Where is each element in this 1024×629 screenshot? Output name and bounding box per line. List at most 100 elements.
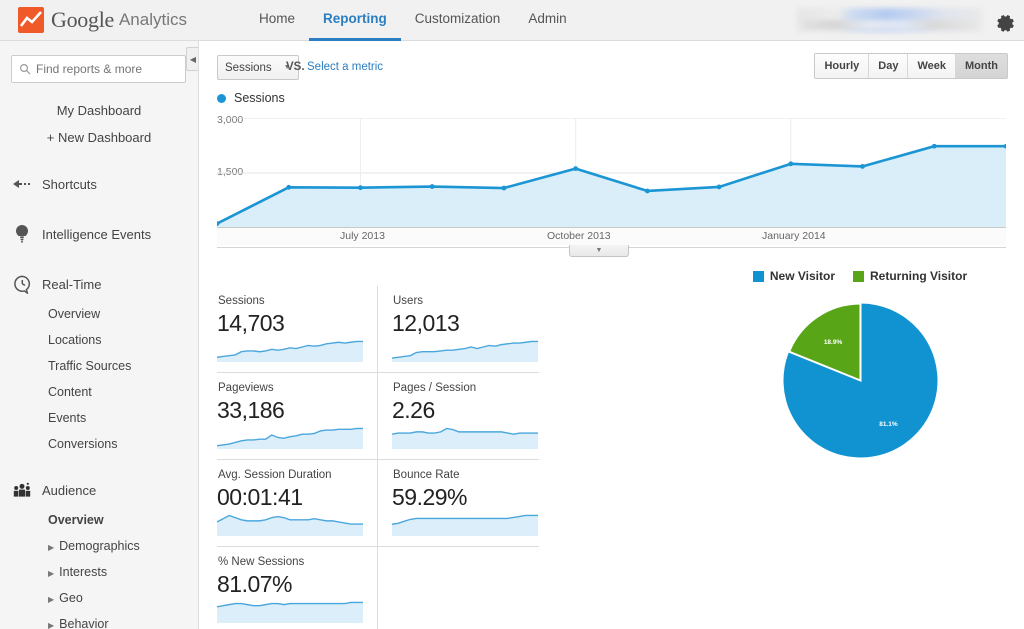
metric-value: 59.29% bbox=[392, 484, 539, 511]
metric-title: Bounce Rate bbox=[393, 469, 539, 481]
arrow-left-icon bbox=[10, 174, 34, 194]
sidebar-item-audience[interactable]: Audience bbox=[0, 473, 198, 507]
metric-title: Pages / Session bbox=[393, 382, 539, 394]
sidebar-item-interests[interactable]: ▶ Interests bbox=[0, 559, 198, 585]
sidebar-group-intelligence: Intelligence Events bbox=[0, 217, 198, 251]
metric-card-percent-new-sessions[interactable]: % New Sessions 81.07% bbox=[217, 547, 378, 629]
nav-item-customization[interactable]: Customization bbox=[401, 0, 515, 41]
metric-card-bounce-rate[interactable]: Bounce Rate 59.29% bbox=[378, 460, 539, 546]
metric-card-avg-session-duration[interactable]: Avg. Session Duration 00:01:41 bbox=[217, 460, 378, 546]
granularity-month[interactable]: Month bbox=[956, 54, 1007, 78]
brand[interactable]: Google Analytics bbox=[18, 7, 187, 33]
pie-chart[interactable]: 81.1% 18.9% bbox=[783, 303, 938, 458]
metric-value: 00:01:41 bbox=[217, 484, 377, 511]
metric-card-users[interactable]: Users 12,013 bbox=[378, 286, 539, 372]
caret-right-icon: ▶ bbox=[48, 595, 54, 604]
sidebar-item-label: Audience bbox=[42, 483, 96, 498]
dashboard-list: My Dashboard + New Dashboard bbox=[0, 97, 198, 151]
pie-legend-new-visitor[interactable]: New Visitor bbox=[753, 269, 835, 283]
nav-item-home[interactable]: Home bbox=[245, 0, 309, 41]
granularity-hourly[interactable]: Hourly bbox=[815, 54, 869, 78]
search-icon bbox=[19, 63, 31, 75]
sparkline bbox=[217, 336, 363, 362]
metric-card-pages-per-session[interactable]: Pages / Session 2.26 bbox=[378, 373, 539, 459]
metric-card-pageviews[interactable]: Pageviews 33,186 bbox=[217, 373, 378, 459]
sessions-line-chart[interactable]: 3,000 1,500 bbox=[217, 118, 1006, 243]
sidebar-item-label: Interests bbox=[59, 565, 107, 579]
sidebar-item-shortcuts[interactable]: Shortcuts bbox=[0, 167, 198, 201]
select-a-metric-link[interactable]: Select a metric bbox=[307, 61, 383, 73]
metric-card-sessions[interactable]: Sessions 14,703 bbox=[217, 286, 378, 372]
brand-word: Google bbox=[51, 7, 114, 33]
granularity-week[interactable]: Week bbox=[908, 54, 956, 78]
metric-card-row: % New Sessions 81.07% bbox=[217, 547, 539, 629]
sidebar-item-rt-traffic-sources[interactable]: Traffic Sources bbox=[0, 353, 198, 379]
sidebar-item-rt-locations[interactable]: Locations bbox=[0, 327, 198, 353]
vs-label: VS. bbox=[286, 61, 305, 73]
legend-label: New Visitor bbox=[770, 269, 835, 283]
sidebar-group-real-time: Real-Time Overview Locations Traffic Sou… bbox=[0, 267, 198, 457]
sidebar-item-label: Intelligence Events bbox=[42, 227, 151, 242]
sidebar-item-new-dashboard[interactable]: + New Dashboard bbox=[0, 124, 198, 151]
sidebar-item-my-dashboard[interactable]: My Dashboard bbox=[0, 97, 198, 124]
metric-select-value: Sessions bbox=[225, 62, 272, 74]
sidebar-group-shortcuts: Shortcuts bbox=[0, 167, 198, 201]
sidebar-item-rt-overview[interactable]: Overview bbox=[0, 301, 198, 327]
sidebar-item-demographics[interactable]: ▶ Demographics bbox=[0, 533, 198, 559]
pie-slice-label-returning: 18.9% bbox=[824, 339, 842, 346]
sidebar-item-label: Shortcuts bbox=[42, 177, 97, 192]
top-bar: Google Analytics Home Reporting Customiz… bbox=[0, 0, 1024, 41]
metric-title: % New Sessions bbox=[218, 556, 377, 568]
metric-value: 81.07% bbox=[217, 571, 377, 598]
sidebar-item-geo[interactable]: ▶ Geo bbox=[0, 585, 198, 611]
x-tick-july-2013: July 2013 bbox=[340, 230, 385, 242]
sidebar-item-rt-content[interactable]: Content bbox=[0, 379, 198, 405]
chart-series-legend: Sessions bbox=[217, 91, 285, 105]
sidebar-item-intelligence-events[interactable]: Intelligence Events bbox=[0, 217, 198, 251]
caret-right-icon: ▶ bbox=[48, 621, 54, 629]
granularity-toggle-group: Hourly Day Week Month bbox=[814, 53, 1008, 79]
sidebar-item-audience-overview[interactable]: Overview bbox=[0, 507, 198, 533]
sidebar-item-real-time[interactable]: Real-Time bbox=[0, 267, 198, 301]
metric-title: Pageviews bbox=[218, 382, 377, 394]
line-chart-plot bbox=[217, 118, 1006, 228]
sidebar-search-wrap bbox=[0, 41, 198, 83]
metric-value: 2.26 bbox=[392, 397, 539, 424]
metric-value: 12,013 bbox=[392, 310, 539, 337]
chart-collapse-handle[interactable]: ▼ bbox=[569, 245, 629, 257]
lightbulb-icon bbox=[10, 224, 34, 244]
metric-title: Avg. Session Duration bbox=[218, 469, 377, 481]
gear-icon[interactable] bbox=[994, 10, 1016, 32]
search-input[interactable] bbox=[36, 62, 166, 76]
nav-item-admin[interactable]: Admin bbox=[514, 0, 580, 41]
sidebar-item-rt-conversions[interactable]: Conversions bbox=[0, 431, 198, 457]
metric-card-row: Avg. Session Duration 00:01:41 Bounce Ra… bbox=[217, 460, 539, 546]
metric-title: Users bbox=[393, 295, 539, 307]
sidebar-group-audience: Audience Overview ▶ Demographics ▶ Interes… bbox=[0, 473, 198, 629]
granularity-day[interactable]: Day bbox=[869, 54, 908, 78]
metric-title: Sessions bbox=[218, 295, 377, 307]
account-selector-redacted[interactable] bbox=[797, 8, 982, 32]
sidebar-item-behavior[interactable]: ▶ Behavior bbox=[0, 611, 198, 629]
sidebar-item-label: Behavior bbox=[59, 617, 108, 629]
nav-item-reporting[interactable]: Reporting bbox=[309, 0, 401, 41]
search-box[interactable] bbox=[11, 55, 186, 83]
sidebar-item-label: Demographics bbox=[59, 539, 140, 553]
pie-chart-svg bbox=[783, 303, 938, 458]
analytics-logo-icon bbox=[18, 7, 44, 33]
sparkline bbox=[217, 510, 363, 536]
x-tick-january-2014: January 2014 bbox=[762, 230, 826, 242]
sparkline bbox=[217, 423, 363, 449]
legend-label: Returning Visitor bbox=[870, 269, 967, 283]
sidebar-item-label: Geo bbox=[59, 591, 83, 605]
chart-x-axis: July 2013 October 2013 January 2014 bbox=[217, 227, 1006, 245]
sparkline bbox=[392, 423, 538, 449]
caret-right-icon: ▶ bbox=[48, 543, 54, 552]
chart-toolbar: Sessions ▼ VS. Select a metric Hourly Da… bbox=[200, 41, 1024, 89]
pie-legend-returning-visitor[interactable]: Returning Visitor bbox=[853, 269, 967, 283]
sidebar-item-label: Real-Time bbox=[42, 277, 101, 292]
series-label: Sessions bbox=[234, 91, 285, 105]
caret-right-icon: ▶ bbox=[48, 569, 54, 578]
sidebar-item-rt-events[interactable]: Events bbox=[0, 405, 198, 431]
sidebar-collapse-button[interactable]: ◀ bbox=[186, 47, 199, 71]
